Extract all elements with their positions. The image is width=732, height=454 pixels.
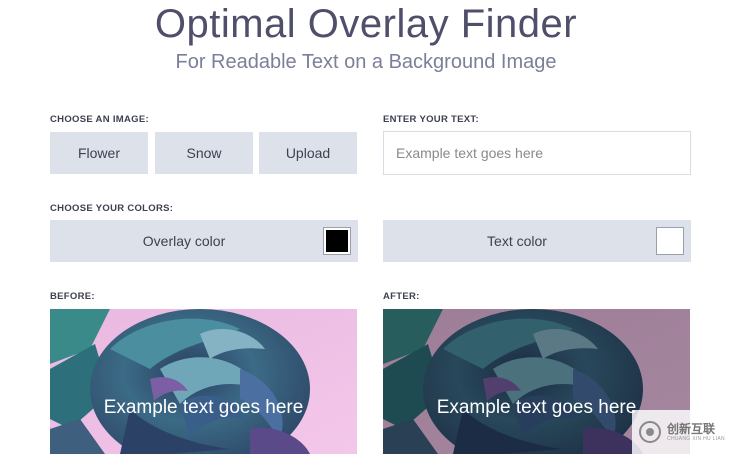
choose-image-label: CHOOSE AN IMAGE: [50,114,149,125]
watermark: 创新互联 CHUANG XIN HU LIAN [632,410,732,454]
watermark-sub: CHUANG XIN HU LIAN [667,435,725,442]
page-subtitle: For Readable Text on a Background Image [175,51,557,73]
after-label: AFTER: [383,291,420,302]
page-title: Optimal Overlay Finder [154,2,578,46]
upload-button[interactable]: Upload [259,132,357,174]
snow-button[interactable]: Snow [155,132,253,174]
overlay-color-swatch[interactable] [323,227,351,255]
before-preview-text: Example text goes here [103,397,304,418]
overlay-color-picker[interactable]: Overlay color [50,220,358,262]
text-color-swatch[interactable] [656,227,684,255]
overlay-color-label: Overlay color [142,233,226,249]
choose-colors-label: CHOOSE YOUR COLORS: [50,203,174,214]
before-label: BEFORE: [50,291,95,302]
watermark-main: 创新互联 [667,421,716,436]
before-preview: Example text goes here [50,309,357,454]
text-input[interactable] [383,131,691,175]
watermark-text: 创新互联 CHUANG XIN HU LIAN [667,423,725,442]
text-color-fill [659,230,681,252]
text-color-label: Text color [487,233,547,249]
overlay-color-fill [326,230,348,252]
flower-button[interactable]: Flower [50,132,148,174]
enter-text-label: ENTER YOUR TEXT: [383,114,479,125]
watermark-logo-icon [639,421,662,443]
text-color-picker[interactable]: Text color [383,220,691,262]
flower-image [50,309,357,454]
